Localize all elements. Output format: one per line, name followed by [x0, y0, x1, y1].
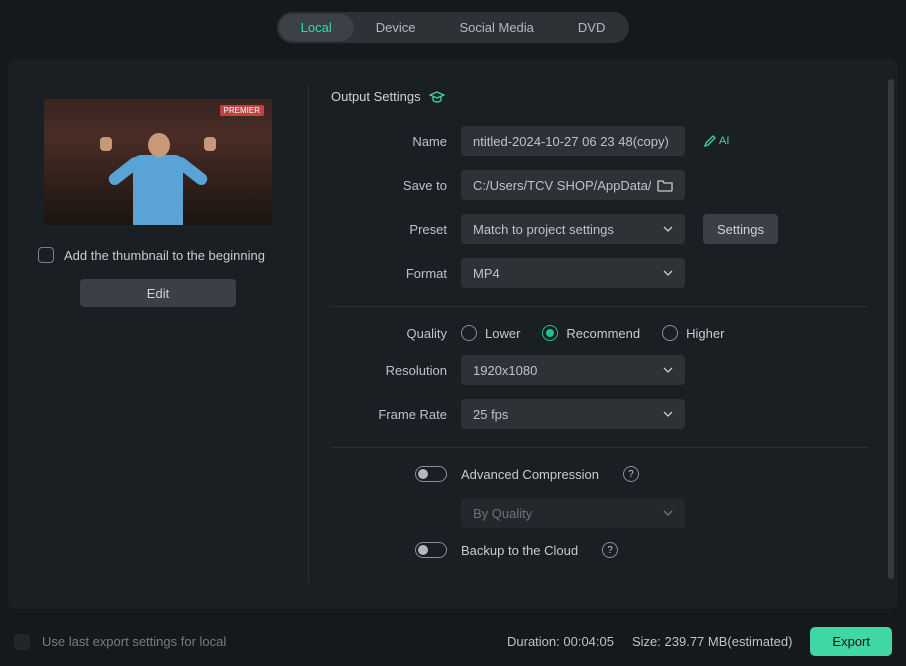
duration-display: Duration: 00:04:05	[507, 634, 614, 649]
preset-value: Match to project settings	[473, 222, 614, 237]
save-to-value: C:/Users/TCV SHOP/AppData/	[473, 178, 651, 193]
format-label: Format	[331, 266, 461, 281]
format-select[interactable]: MP4	[461, 258, 685, 288]
quality-radio-group: Lower Recommend Higher	[461, 325, 724, 341]
use-last-settings-label: Use last export settings for local	[42, 634, 226, 649]
use-last-settings-checkbox[interactable]	[14, 634, 30, 650]
advanced-compression-toggle[interactable]	[415, 466, 447, 482]
frame-rate-label: Frame Rate	[331, 407, 461, 422]
frame-rate-value: 25 fps	[473, 407, 508, 422]
compression-mode-value: By Quality	[473, 506, 532, 521]
preset-select[interactable]: Match to project settings	[461, 214, 685, 244]
main-panel: PREMIER Add the thumbnail to the beginni…	[8, 59, 898, 609]
compression-mode-select: By Quality	[461, 498, 685, 528]
chevron-down-icon	[663, 411, 673, 417]
chevron-down-icon	[663, 270, 673, 276]
preset-label: Preset	[331, 222, 461, 237]
use-last-settings-row[interactable]: Use last export settings for local	[14, 634, 489, 650]
tab-dvd[interactable]: DVD	[556, 14, 627, 41]
quality-higher-radio[interactable]: Higher	[662, 325, 724, 341]
duration-value: 00:04:05	[563, 634, 614, 649]
output-settings-label: Output Settings	[331, 89, 421, 104]
tab-social-media[interactable]: Social Media	[437, 14, 555, 41]
thumbnail-column: PREMIER Add the thumbnail to the beginni…	[8, 59, 308, 609]
ai-rename-button[interactable]: AI	[703, 134, 729, 148]
help-icon[interactable]: ?	[623, 466, 639, 482]
advanced-compression-row: Advanced Compression ?	[415, 466, 868, 482]
duration-label: Duration:	[507, 634, 560, 649]
format-value: MP4	[473, 266, 500, 281]
scrollbar[interactable]	[888, 79, 894, 579]
add-thumbnail-label: Add the thumbnail to the beginning	[64, 248, 265, 263]
resolution-select[interactable]: 1920x1080	[461, 355, 685, 385]
advanced-compression-label: Advanced Compression	[461, 467, 599, 482]
size-display: Size: 239.77 MB(estimated)	[632, 634, 792, 649]
export-tabs: Local Device Social Media DVD	[0, 0, 906, 51]
quality-recommend-label: Recommend	[566, 326, 640, 341]
folder-icon[interactable]	[657, 178, 673, 192]
add-thumbnail-checkbox-row[interactable]: Add the thumbnail to the beginning	[38, 247, 278, 263]
divider	[331, 447, 868, 448]
quality-lower-label: Lower	[485, 326, 520, 341]
save-to-input[interactable]: C:/Users/TCV SHOP/AppData/	[461, 170, 685, 200]
backup-cloud-toggle[interactable]	[415, 542, 447, 558]
video-thumbnail[interactable]: PREMIER	[44, 99, 272, 225]
chevron-down-icon	[663, 226, 673, 232]
help-icon[interactable]: ?	[602, 542, 618, 558]
divider	[331, 306, 868, 307]
tab-local[interactable]: Local	[279, 14, 354, 41]
resolution-value: 1920x1080	[473, 363, 537, 378]
quality-label: Quality	[331, 326, 461, 341]
add-thumbnail-checkbox[interactable]	[38, 247, 54, 263]
edit-button[interactable]: Edit	[80, 279, 236, 307]
resolution-label: Resolution	[331, 363, 461, 378]
size-value: 239.77 MB(estimated)	[665, 634, 793, 649]
output-settings-column: Output Settings Name ntitled-2024-10-27 …	[309, 59, 898, 609]
export-button[interactable]: Export	[810, 627, 892, 656]
backup-cloud-label: Backup to the Cloud	[461, 543, 578, 558]
output-settings-title: Output Settings	[331, 89, 868, 104]
quality-lower-radio[interactable]: Lower	[461, 325, 520, 341]
preset-settings-button[interactable]: Settings	[703, 214, 778, 244]
size-label: Size:	[632, 634, 661, 649]
tab-group: Local Device Social Media DVD	[277, 12, 630, 43]
chevron-down-icon	[663, 367, 673, 373]
tab-device[interactable]: Device	[354, 14, 438, 41]
thumbnail-figure	[98, 115, 218, 225]
quality-recommend-radio[interactable]: Recommend	[542, 325, 640, 341]
save-to-label: Save to	[331, 178, 461, 193]
graduation-cap-icon[interactable]	[429, 90, 445, 104]
pencil-icon	[703, 134, 717, 148]
ai-label: AI	[719, 135, 729, 147]
name-label: Name	[331, 134, 461, 149]
backup-cloud-row: Backup to the Cloud ?	[415, 542, 868, 558]
quality-higher-label: Higher	[686, 326, 724, 341]
chevron-down-icon	[663, 510, 673, 516]
bottom-bar: Use last export settings for local Durat…	[0, 617, 906, 666]
thumbnail-badge: PREMIER	[220, 105, 264, 116]
frame-rate-select[interactable]: 25 fps	[461, 399, 685, 429]
name-input[interactable]: ntitled-2024-10-27 06 23 48(copy)	[461, 126, 685, 156]
